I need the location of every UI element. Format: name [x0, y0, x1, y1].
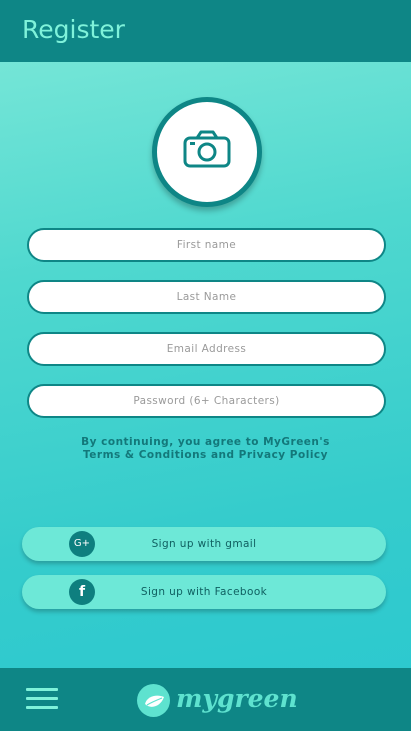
terms-line-1: By continuing, you agree to MyGreen's	[81, 436, 330, 448]
sign-up-gmail-label: Sign up with gmail	[151, 538, 257, 550]
last-name-field[interactable]	[27, 280, 386, 314]
profile-photo-button[interactable]	[152, 97, 262, 207]
terms-line-2[interactable]: Terms & Conditions and Privacy Policy	[0, 449, 411, 462]
email-input[interactable]	[29, 334, 384, 364]
last-name-input[interactable]	[29, 282, 384, 312]
camera-icon	[183, 130, 231, 168]
password-input[interactable]	[29, 386, 384, 416]
sign-up-facebook-button[interactable]: f Sign up with Facebook	[22, 575, 386, 609]
first-name-input[interactable]	[29, 230, 384, 260]
terms-notice: By continuing, you agree to MyGreen's Te…	[0, 436, 411, 462]
sign-up-gmail-button[interactable]: G+ Sign up with gmail	[22, 527, 386, 561]
password-field[interactable]	[27, 384, 386, 418]
app-header: Register	[0, 0, 411, 62]
bottom-bar: mygreen	[0, 668, 411, 731]
leaf-logo-icon	[137, 684, 170, 717]
first-name-field[interactable]	[27, 228, 386, 262]
page-title: Register	[22, 15, 125, 44]
email-field[interactable]	[27, 332, 386, 366]
sign-up-facebook-label: Sign up with Facebook	[140, 586, 268, 598]
logo-text: mygreen	[176, 684, 298, 713]
hamburger-menu-icon[interactable]	[26, 688, 58, 712]
